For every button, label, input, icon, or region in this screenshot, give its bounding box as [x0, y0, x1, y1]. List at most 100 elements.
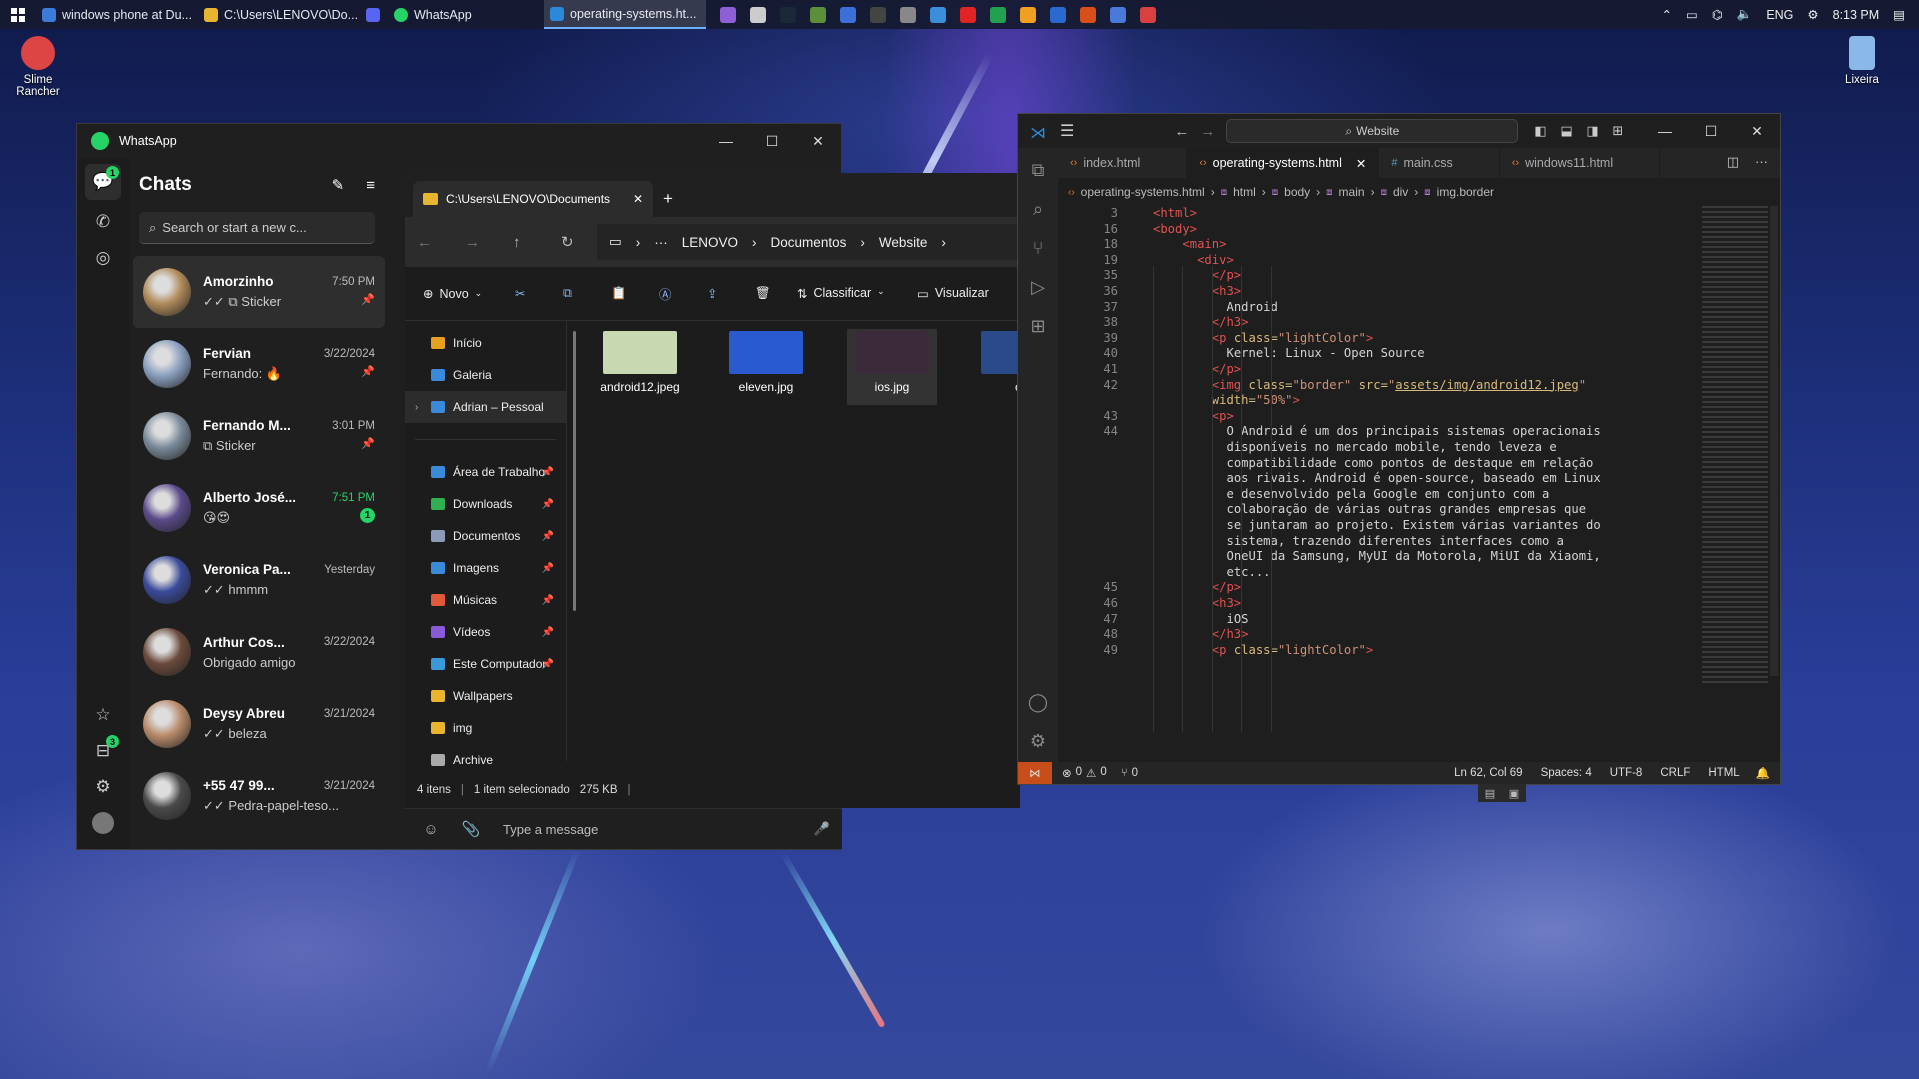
nav-item[interactable]: Imagens 📌 — [405, 552, 566, 584]
line-endings[interactable]: CRLF — [1660, 767, 1690, 779]
chevron-right-icon[interactable]: › — [415, 402, 418, 413]
code-line[interactable]: 18 <main> — [1058, 237, 1700, 253]
chat-list-item[interactable]: Alberto José... 7:51 PM 😘😍 1 — [133, 472, 385, 544]
chat-list-item[interactable]: Arthur Cos... 3/22/2024 Obrigado amigo — [133, 616, 385, 688]
taskbar-item-explorer[interactable]: C:\Users\LENOVO\Do... — [198, 0, 360, 29]
clock[interactable]: 8:13 PM — [1833, 8, 1880, 22]
problems-indicator[interactable]: ⊗ 0 ⚠ 0 — [1062, 766, 1107, 780]
pinned-app-icon[interactable] — [1110, 6, 1126, 23]
close-button[interactable]: ✕ — [1734, 114, 1780, 148]
new-tab-button[interactable]: + — [653, 181, 683, 217]
layout-icon[interactable]: ⊞ — [1612, 123, 1638, 139]
code-line[interactable]: 48 </h3> — [1058, 627, 1700, 643]
breadcrumb-item[interactable]: operating-systems.html — [1081, 185, 1205, 199]
new-button[interactable]: ⊕ Novo ⌄ — [423, 286, 515, 302]
refresh-icon[interactable]: ↻ — [561, 233, 597, 251]
message-input[interactable]: Type a message — [491, 822, 802, 837]
remote-indicator[interactable]: ⋈ — [1018, 762, 1052, 784]
taskbar-item-discord[interactable] — [360, 0, 388, 29]
notifications-bell-icon[interactable]: 🔔 — [1756, 766, 1770, 780]
sort-button[interactable]: ⇅ Classificar ⌄ — [797, 286, 917, 301]
pinned-app-icon[interactable] — [870, 6, 886, 23]
microphone-icon[interactable]: 🎤 — [802, 821, 842, 837]
chat-list-item[interactable]: Deysy Abreu 3/21/2024 ✓✓ beleza — [133, 688, 385, 760]
code-line[interactable]: colaboração de várias outras grandes emp… — [1058, 502, 1700, 518]
paste-icon[interactable]: 📋 — [611, 286, 659, 301]
pinned-app-icon[interactable] — [1050, 6, 1066, 23]
pinned-app-icon[interactable] — [840, 6, 856, 23]
code-line[interactable]: 49 <p class="lightColor"> — [1058, 643, 1700, 659]
breadcrumb-item[interactable]: Documentos — [771, 235, 847, 250]
extensions-icon[interactable]: ⊞ — [1030, 316, 1045, 337]
volume-icon[interactable]: 🔈 — [1737, 7, 1753, 22]
search-icon[interactable]: ⌕ — [1033, 199, 1043, 220]
nav-item[interactable]: Documentos 📌 — [405, 520, 566, 552]
cut-icon[interactable]: ✂ — [515, 286, 563, 301]
network-icon[interactable]: ⌬ — [1712, 7, 1723, 22]
editor-tab[interactable]: ‹› operating-systems.html ✕ — [1187, 148, 1380, 178]
nav-item[interactable]: › Adrian – Pessoal — [405, 391, 566, 423]
more-actions-icon[interactable]: ··· — [1755, 154, 1768, 170]
ports-indicator[interactable]: ⑂ 0 — [1121, 767, 1138, 779]
nav-item[interactable]: Downloads 📌 — [405, 488, 566, 520]
pinned-app-icon[interactable] — [1140, 6, 1156, 23]
delete-icon[interactable]: 🗑 — [755, 286, 797, 301]
language-mode[interactable]: HTML — [1708, 767, 1739, 779]
tile-view-icon[interactable]: ▣ — [1509, 787, 1519, 800]
code-line[interactable]: 19 <div> — [1058, 253, 1700, 269]
gear-icon[interactable]: ⚙ — [1807, 7, 1818, 22]
desktop-icon-recycle-bin[interactable]: Lixeira — [1827, 36, 1897, 86]
pinned-app-icon[interactable] — [960, 6, 976, 23]
explorer-files-icon[interactable]: ⧉ — [1032, 160, 1045, 181]
close-tab-icon[interactable]: ✕ — [633, 192, 643, 206]
code-line[interactable]: 16 <body> — [1058, 222, 1700, 238]
notifications-icon[interactable]: ▤ — [1893, 7, 1905, 22]
copy-icon[interactable]: ⧉ — [563, 286, 611, 301]
view-button[interactable]: ▭ Visualizar — [917, 286, 989, 301]
cursor-position[interactable]: Ln 62, Col 69 — [1454, 767, 1522, 779]
source-control-icon[interactable]: ⑂ — [1033, 238, 1044, 259]
pinned-app-icon[interactable] — [720, 6, 736, 23]
code-line[interactable]: 41 </p> — [1058, 362, 1700, 378]
maximize-button[interactable]: ☐ — [1688, 114, 1734, 148]
language-indicator[interactable]: ENG — [1766, 8, 1793, 22]
code-line[interactable]: aos rivais. Android é open-source, basea… — [1058, 471, 1700, 487]
editor-scrollbar[interactable] — [1770, 206, 1778, 676]
code-line[interactable]: 36 <h3> — [1058, 284, 1700, 300]
forward-arrow-icon[interactable]: → — [465, 234, 513, 251]
code-line[interactable]: 45 </p> — [1058, 580, 1700, 596]
code-editor[interactable]: 3 <html> 16 <body> 18 <main> 19 <div> 35 </p> 36 <h… — [1058, 206, 1700, 732]
code-line[interactable]: OneUI da Samsung, MyUI da Motorola, MiUI… — [1058, 549, 1700, 565]
account-icon[interactable]: ◯ — [1028, 692, 1048, 713]
code-line[interactable]: 37 Android — [1058, 300, 1700, 316]
code-line[interactable]: 43 <p> — [1058, 409, 1700, 425]
menu-icon[interactable]: ☰ — [1060, 121, 1074, 141]
breadcrumb-item[interactable]: img.border — [1437, 185, 1494, 199]
toggle-panel-icon[interactable]: ⬓ — [1560, 123, 1586, 139]
encoding[interactable]: UTF-8 — [1610, 767, 1643, 779]
chat-list-item[interactable]: Fernando M... 3:01 PM ⧉ Sticker 📌 — [133, 400, 385, 472]
editor-tab[interactable]: ‹› index.html — [1058, 148, 1188, 178]
code-line[interactable]: width="50%"> — [1058, 393, 1700, 409]
profile-nav-button[interactable] — [85, 805, 121, 841]
maximize-button[interactable]: ☐ — [749, 124, 795, 158]
gear-icon[interactable]: ⚙ — [1030, 731, 1046, 752]
taskbar-item-vscode[interactable]: operating-systems.ht... — [544, 0, 706, 29]
pinned-app-icon[interactable] — [1080, 6, 1096, 23]
start-button[interactable] — [0, 0, 36, 29]
breadcrumb-item[interactable]: body — [1284, 185, 1310, 199]
nav-item[interactable]: Área de Trabalho 📌 — [405, 456, 566, 488]
close-button[interactable]: ✕ — [795, 124, 841, 158]
calls-nav-button[interactable]: ✆ — [85, 204, 121, 240]
pinned-app-icon[interactable] — [1020, 6, 1036, 23]
chats-nav-button[interactable]: 💬 1 — [85, 164, 121, 200]
code-line[interactable]: 42<img class="border" src="assets/img/an… — [1058, 378, 1700, 394]
chat-list-item[interactable]: +55 47 99... 3/21/2024 ✓✓ Pedra-papel-tes… — [133, 760, 385, 832]
code-line[interactable]: 47 iOS — [1058, 612, 1700, 628]
chat-list-item[interactable]: Fervian 3/22/2024 Fernando: 🔥 📌 — [133, 328, 385, 400]
file-item[interactable]: ios.jpg — [847, 329, 937, 405]
back-arrow-icon[interactable]: ← — [417, 234, 465, 251]
minimize-button[interactable]: — — [703, 124, 749, 158]
code-line[interactable]: 40 Kernel: Linux - Open Source — [1058, 346, 1700, 362]
attach-icon[interactable]: 📎 — [451, 820, 491, 838]
